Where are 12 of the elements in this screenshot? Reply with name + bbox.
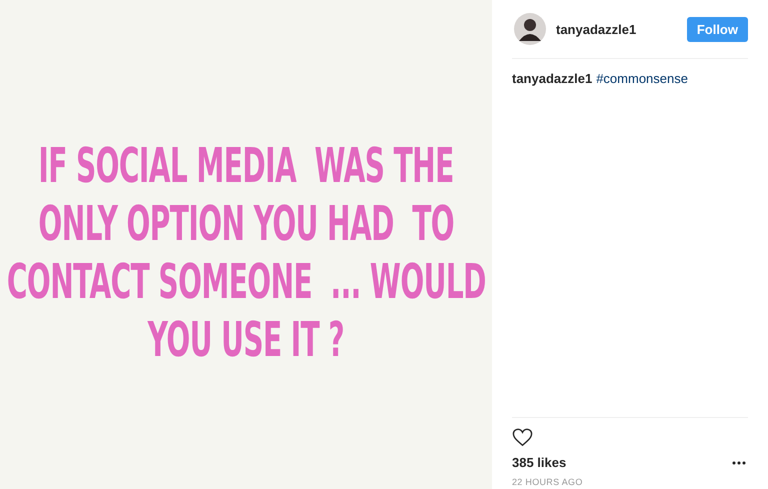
image-text: YOU USE IT ? xyxy=(148,310,344,368)
image-text: IF SOCIAL MEDIA WAS THE xyxy=(38,136,454,194)
heart-icon[interactable] xyxy=(512,428,533,447)
hashtag-link[interactable]: #commonsense xyxy=(596,71,688,86)
timestamp: 22 HOURS AGO xyxy=(512,477,584,489)
likes-count[interactable]: 385 likes xyxy=(512,455,566,470)
more-options-icon[interactable] xyxy=(732,460,746,464)
username[interactable]: tanyadazzle1 xyxy=(556,22,636,36)
caption-username[interactable]: tanyadazzle1 xyxy=(512,71,592,86)
image-text: CONTACT SOMEONE ... WOULD xyxy=(6,252,486,310)
image-text: ONLY OPTION YOU HAD TO xyxy=(38,194,454,252)
avatar-icon[interactable] xyxy=(514,13,546,45)
